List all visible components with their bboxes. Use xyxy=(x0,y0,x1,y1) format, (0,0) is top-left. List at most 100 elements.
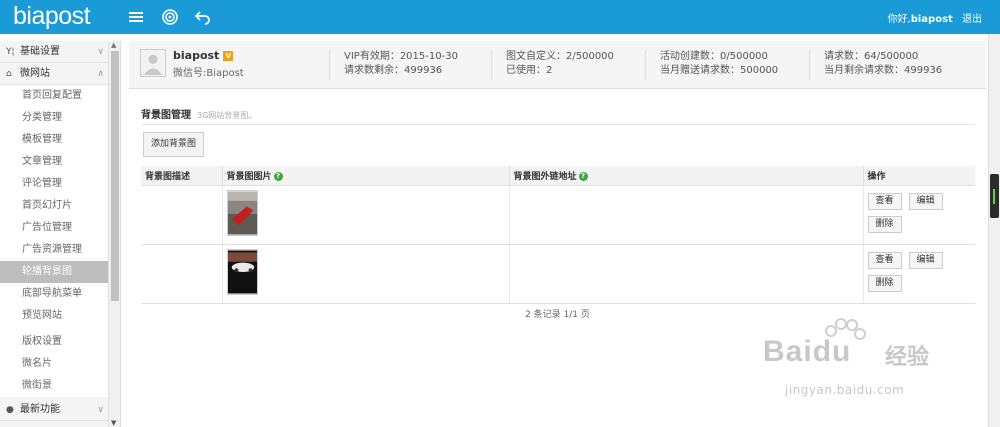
sidebar-section-label: 基础设置 xyxy=(20,46,60,57)
user-name: biapost V xyxy=(173,49,234,62)
pin-icon: ● xyxy=(6,405,14,415)
column-header-image: 背景图图片? xyxy=(222,166,510,186)
background-table: 背景图描述 背景图图片? 背景图外链地址? 操作 查看 编辑 删除 查看 编辑 … xyxy=(141,166,975,304)
chevron-down-icon: ∨ xyxy=(97,47,104,57)
sidebar-item-preview-site[interactable]: 预览网站 xyxy=(0,305,120,327)
wechat-id: 微信号:Biapost xyxy=(173,68,244,79)
cell-actions: 查看 编辑 删除 xyxy=(863,244,975,304)
target-icon[interactable] xyxy=(161,8,179,26)
sidebar-item-article[interactable]: 文章管理 xyxy=(0,151,120,173)
sidebar-item-slideshow[interactable]: 首页幻灯片 xyxy=(0,195,120,217)
scroll-indicator xyxy=(993,189,995,204)
column-header-actions: 操作 xyxy=(863,166,975,186)
sidebar-scroll-thumb[interactable] xyxy=(111,51,119,301)
edit-button[interactable]: 编辑 xyxy=(908,251,943,269)
cell-link xyxy=(509,185,864,245)
user-greeting: 你好,biapost 退出 xyxy=(888,10,982,25)
watermark-sub: 经验 xyxy=(885,345,930,370)
stat-line: 当月剩余请求数：499936 xyxy=(824,65,943,76)
back-icon[interactable] xyxy=(194,8,212,26)
sidebar-item-copyright[interactable]: 版权设置 xyxy=(0,331,120,353)
sidebar-scrollbar[interactable]: ▲ ▼ xyxy=(108,41,120,427)
sidebar-section-new-features[interactable]: ● 最新功能 ∨ xyxy=(0,399,120,421)
page-title: 背景图管理 3G网站背景图。 xyxy=(141,106,256,121)
watermark-brand: Baidu xyxy=(763,335,851,369)
red-car-photo[interactable] xyxy=(226,189,258,236)
watermark-brand-tail: du xyxy=(812,335,852,368)
view-button[interactable]: 查看 xyxy=(867,251,902,269)
sidebar-item-bottom-nav[interactable]: 底部导航菜单 xyxy=(0,283,120,305)
sidebar-item-street-view[interactable]: 微街景 xyxy=(0,375,120,397)
column-header-description: 背景图描述 xyxy=(141,166,223,186)
actions-group: 查看 编辑 删除 xyxy=(867,249,972,299)
cell-actions: 查看 编辑 删除 xyxy=(863,185,975,245)
table-row: 查看 编辑 删除 xyxy=(141,244,975,304)
user-name-text: biapost xyxy=(173,49,220,62)
help-icon[interactable]: ? xyxy=(273,171,283,181)
stat-vip: VIP有效期：2015-10-30 请求数剩余：499936 xyxy=(329,50,458,80)
stat-line: 活动创建数：0/500000 xyxy=(660,51,768,62)
edit-button[interactable]: 编辑 xyxy=(908,192,943,210)
settings-icon: Y¦ xyxy=(6,47,15,57)
cell-image xyxy=(222,185,510,245)
chevron-up-icon: ∧ xyxy=(97,69,104,79)
sidebar-section-label: 微网站 xyxy=(20,68,50,79)
vip-badge-icon: V xyxy=(223,51,234,61)
sidebar-section-basic-settings[interactable]: Y¦ 基础设置 ∨ xyxy=(0,41,120,63)
stat-line: 请求数：64/500000 xyxy=(824,51,919,62)
stat-line: 图文自定义：2/500000 xyxy=(506,51,614,62)
avatar xyxy=(140,49,166,77)
page-title-text: 背景图管理 xyxy=(141,110,191,121)
greeting-username: biapost xyxy=(910,14,953,25)
column-header-image-label: 背景图图片 xyxy=(226,171,272,182)
view-button[interactable]: 查看 xyxy=(867,192,902,210)
divider xyxy=(141,124,975,125)
stat-line: 当月赠送请求数：500000 xyxy=(660,65,779,76)
cell-description xyxy=(141,185,223,245)
sidebar-item-template[interactable]: 模板管理 xyxy=(0,129,120,151)
user-info-bar: biapost V 微信号:Biapost VIP有效期：2015-10-30 请… xyxy=(129,41,986,89)
stat-line: 请求数剩余：499936 xyxy=(344,65,443,76)
sidebar-item-ad-slot[interactable]: 广告位管理 xyxy=(0,217,120,239)
white-car-photo[interactable] xyxy=(226,248,258,295)
table-row: 查看 编辑 删除 xyxy=(141,185,975,245)
top-bar: biapost 你好,biapost 退出 xyxy=(0,0,1000,34)
stat-requests: 请求数：64/500000 当月剩余请求数：499936 xyxy=(809,50,942,80)
cell-description xyxy=(141,244,223,304)
chevron-down-icon: ∨ xyxy=(97,405,104,415)
sidebar-section-micro-site[interactable]: ⌂ 微网站 ∧ xyxy=(0,63,120,85)
watermark-brand-head: Bai xyxy=(763,335,813,368)
table-header-row: 背景图描述 背景图图片? 背景图外链地址? 操作 xyxy=(141,166,975,186)
app-logo[interactable]: biapost xyxy=(13,2,91,31)
sidebar-section-label: 最新功能 xyxy=(20,404,60,415)
actions-group: 查看 编辑 删除 xyxy=(867,190,972,240)
baidu-watermark: Baidu 经验 jingyan.baidu.com xyxy=(745,317,945,412)
menu-icon[interactable] xyxy=(127,8,145,26)
delete-button[interactable]: 删除 xyxy=(867,274,902,292)
stat-custom-news: 图文自定义：2/500000 已使用：2 xyxy=(491,50,614,80)
scroll-down-arrow-icon[interactable]: ▼ xyxy=(111,419,116,427)
watermark-url: jingyan.baidu.com xyxy=(785,383,905,397)
add-background-button[interactable]: 添加背景图 xyxy=(143,132,204,157)
sidebar-item-business-card[interactable]: 微名片 xyxy=(0,353,120,375)
sidebar-item-carousel-background[interactable]: 轮播背景图 xyxy=(0,261,120,283)
stat-activity: 活动创建数：0/500000 当月赠送请求数：500000 xyxy=(645,50,778,80)
cell-link xyxy=(509,244,864,304)
column-header-link: 背景图外链地址? xyxy=(509,166,864,186)
sidebar-item-comment[interactable]: 评论管理 xyxy=(0,173,120,195)
stat-line: 已使用：2 xyxy=(506,65,553,76)
help-icon[interactable]: ? xyxy=(578,171,588,181)
home-icon: ⌂ xyxy=(6,69,12,79)
page-scrollbar[interactable] xyxy=(988,34,1000,427)
page-subtitle: 3G网站背景图。 xyxy=(197,111,257,120)
sidebar-item-ad-resource[interactable]: 广告资源管理 xyxy=(0,239,120,261)
sidebar: Y¦ 基础设置 ∨ ⌂ 微网站 ∧ 首页回复配置 分类管理 模板管理 文章管理 … xyxy=(0,41,121,427)
logout-link[interactable]: 退出 xyxy=(962,14,982,25)
stat-line: VIP有效期：2015-10-30 xyxy=(344,51,458,62)
greeting-prefix: 你好, xyxy=(887,14,911,25)
scroll-up-arrow-icon[interactable]: ▲ xyxy=(111,41,116,49)
sidebar-item-category[interactable]: 分类管理 xyxy=(0,107,120,129)
column-header-link-label: 背景图外链地址 xyxy=(513,171,577,182)
sidebar-item-home-reply[interactable]: 首页回复配置 xyxy=(0,85,120,107)
delete-button[interactable]: 删除 xyxy=(867,215,902,233)
